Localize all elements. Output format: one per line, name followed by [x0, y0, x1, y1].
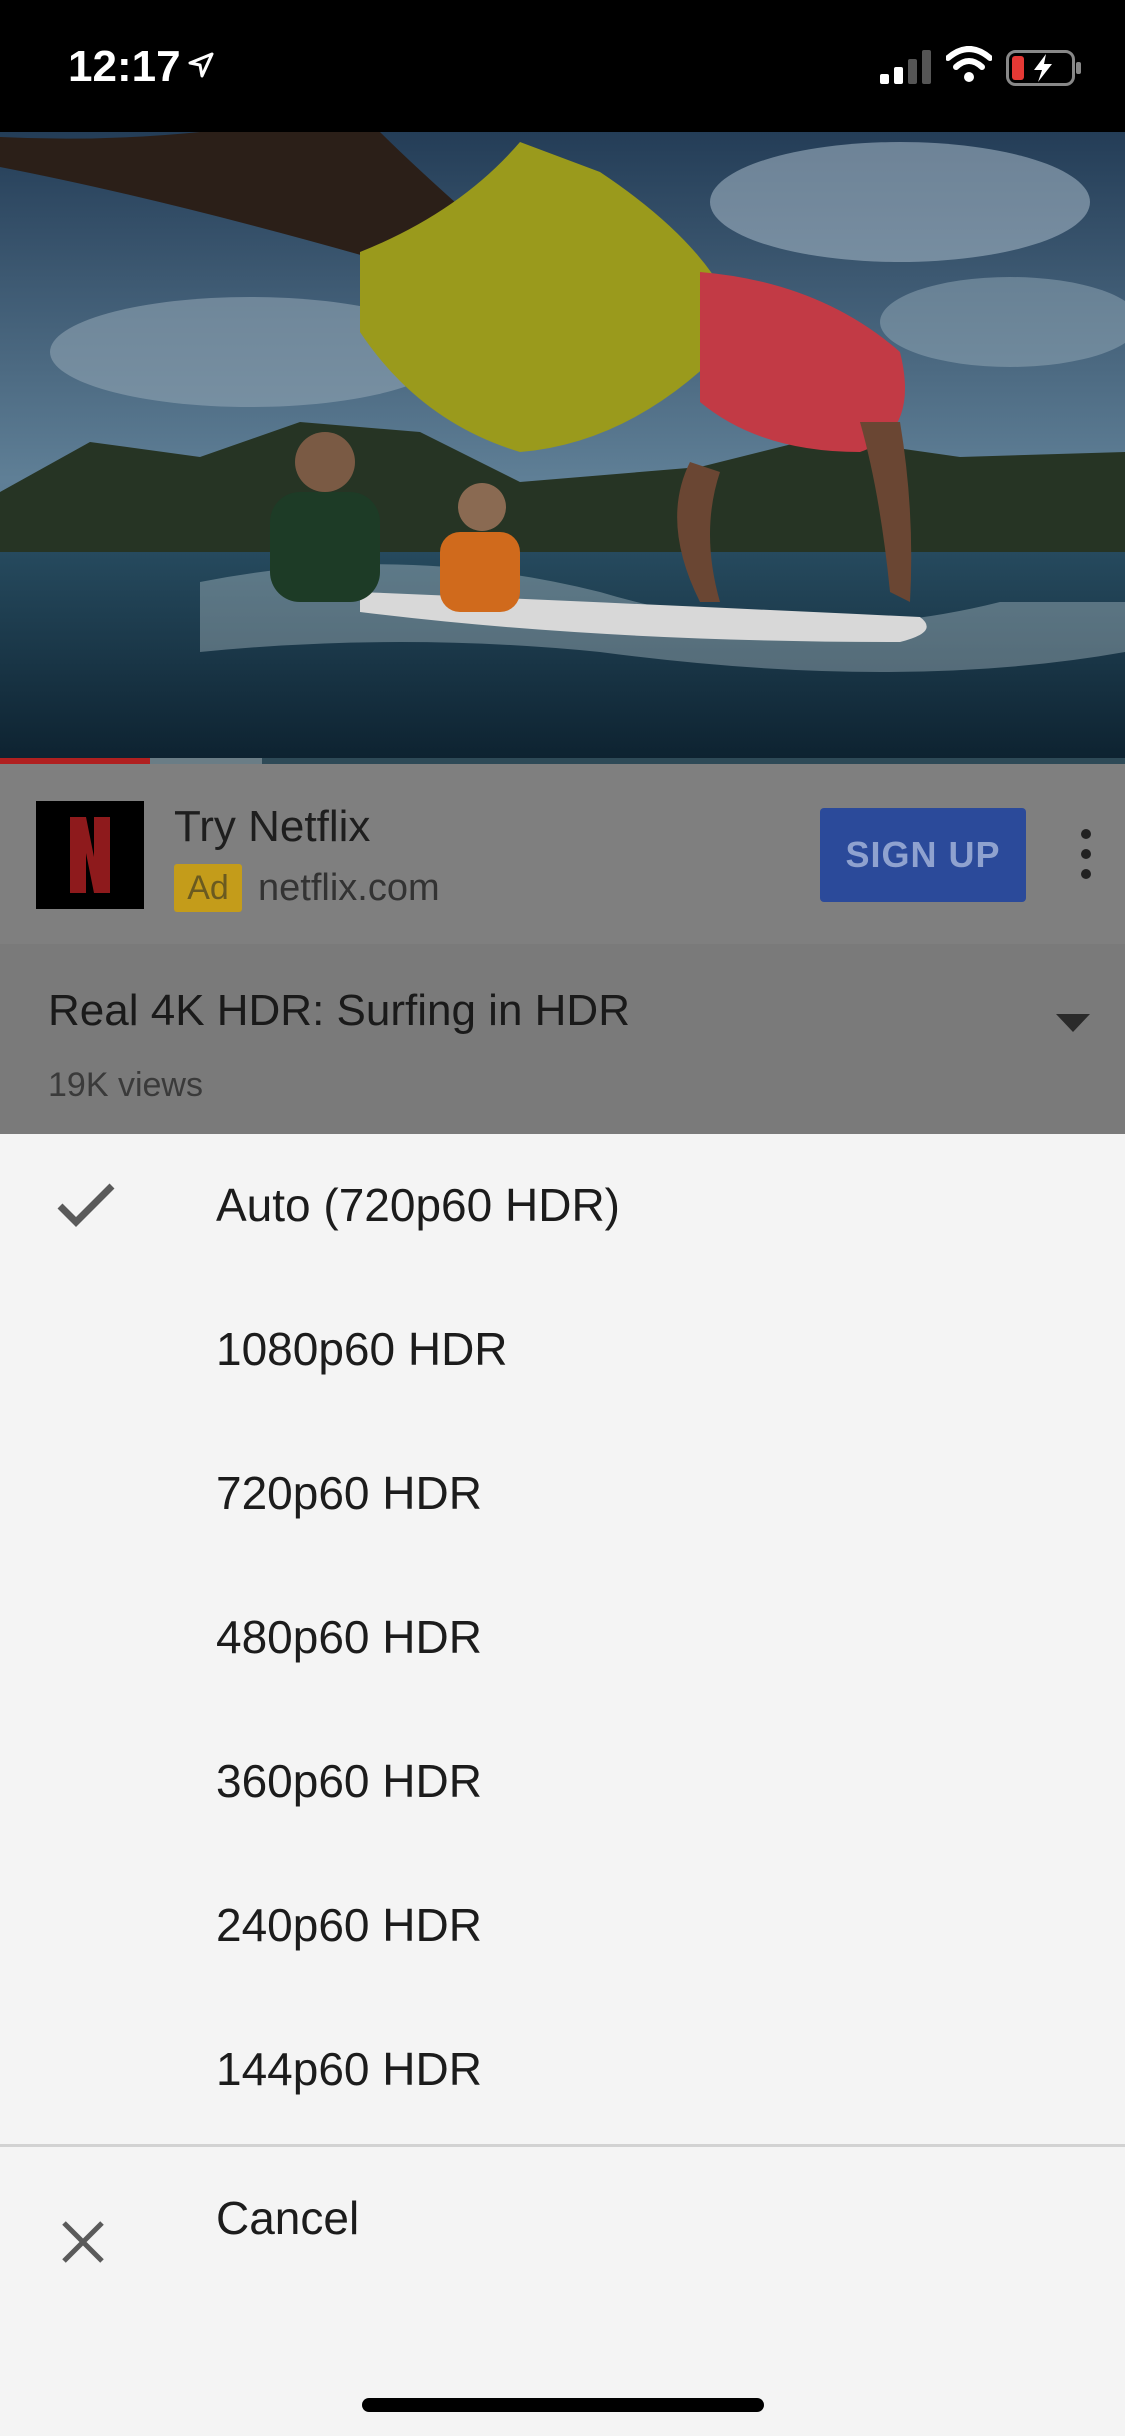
quality-option-label: Auto (720p60 HDR) [216, 1179, 620, 1231]
quality-option-240p[interactable]: 240p60 HDR [0, 1854, 1125, 1998]
ad-title[interactable]: Try Netflix [174, 802, 370, 852]
quality-option-label: 360p60 HDR [216, 1755, 482, 1807]
signup-button[interactable]: SIGN UP [820, 808, 1026, 902]
view-count: 19K views [48, 1066, 203, 1104]
quality-option-label: 144p60 HDR [216, 2043, 482, 2095]
ad-banner[interactable]: Try Netflix Ad netflix.com SIGN UP [0, 764, 1125, 944]
ad-badge: Ad [174, 864, 242, 912]
quality-option-auto[interactable]: Auto (720p60 HDR) [0, 1134, 1125, 1278]
ad-url[interactable]: netflix.com [258, 864, 440, 912]
more-vert-icon[interactable] [1072, 824, 1100, 884]
status-time: 12:17 [68, 42, 181, 91]
signal-icon [880, 50, 931, 84]
quality-option-label: 240p60 HDR [216, 1899, 482, 1951]
video-info[interactable]: Real 4K HDR: Surfing in HDR 19K views [0, 944, 1125, 1134]
video-player[interactable] [0, 132, 1125, 762]
netflix-logo [36, 801, 144, 909]
home-indicator[interactable] [362, 2398, 764, 2412]
video-frame [0, 132, 1125, 762]
quality-option-label: 480p60 HDR [216, 1611, 482, 1663]
cancel-label: Cancel [216, 2192, 360, 2244]
quality-option-label: 720p60 HDR [216, 1467, 482, 1519]
quality-option-360p[interactable]: 360p60 HDR [0, 1710, 1125, 1854]
quality-option-144p[interactable]: 144p60 HDR [0, 1998, 1125, 2142]
video-title: Real 4K HDR: Surfing in HDR [48, 986, 630, 1035]
battery-charging-icon [1006, 50, 1081, 86]
quality-menu: Auto (720p60 HDR) 1080p60 HDR 720p60 HDR… [0, 1134, 1125, 2436]
close-icon [62, 2221, 104, 2263]
wifi-icon [946, 46, 992, 82]
quality-option-label: 1080p60 HDR [216, 1323, 508, 1375]
quality-option-480p[interactable]: 480p60 HDR [0, 1566, 1125, 1710]
quality-option-1080p[interactable]: 1080p60 HDR [0, 1278, 1125, 1422]
check-icon [57, 1183, 115, 1227]
quality-option-720p[interactable]: 720p60 HDR [0, 1422, 1125, 1566]
status-bar: 12:17 [0, 0, 1125, 132]
cancel-button[interactable]: Cancel [0, 2147, 1125, 2317]
location-arrow-icon [188, 52, 214, 78]
netflix-logo-icon [70, 817, 110, 893]
chevron-down-icon[interactable] [1056, 1014, 1090, 1034]
